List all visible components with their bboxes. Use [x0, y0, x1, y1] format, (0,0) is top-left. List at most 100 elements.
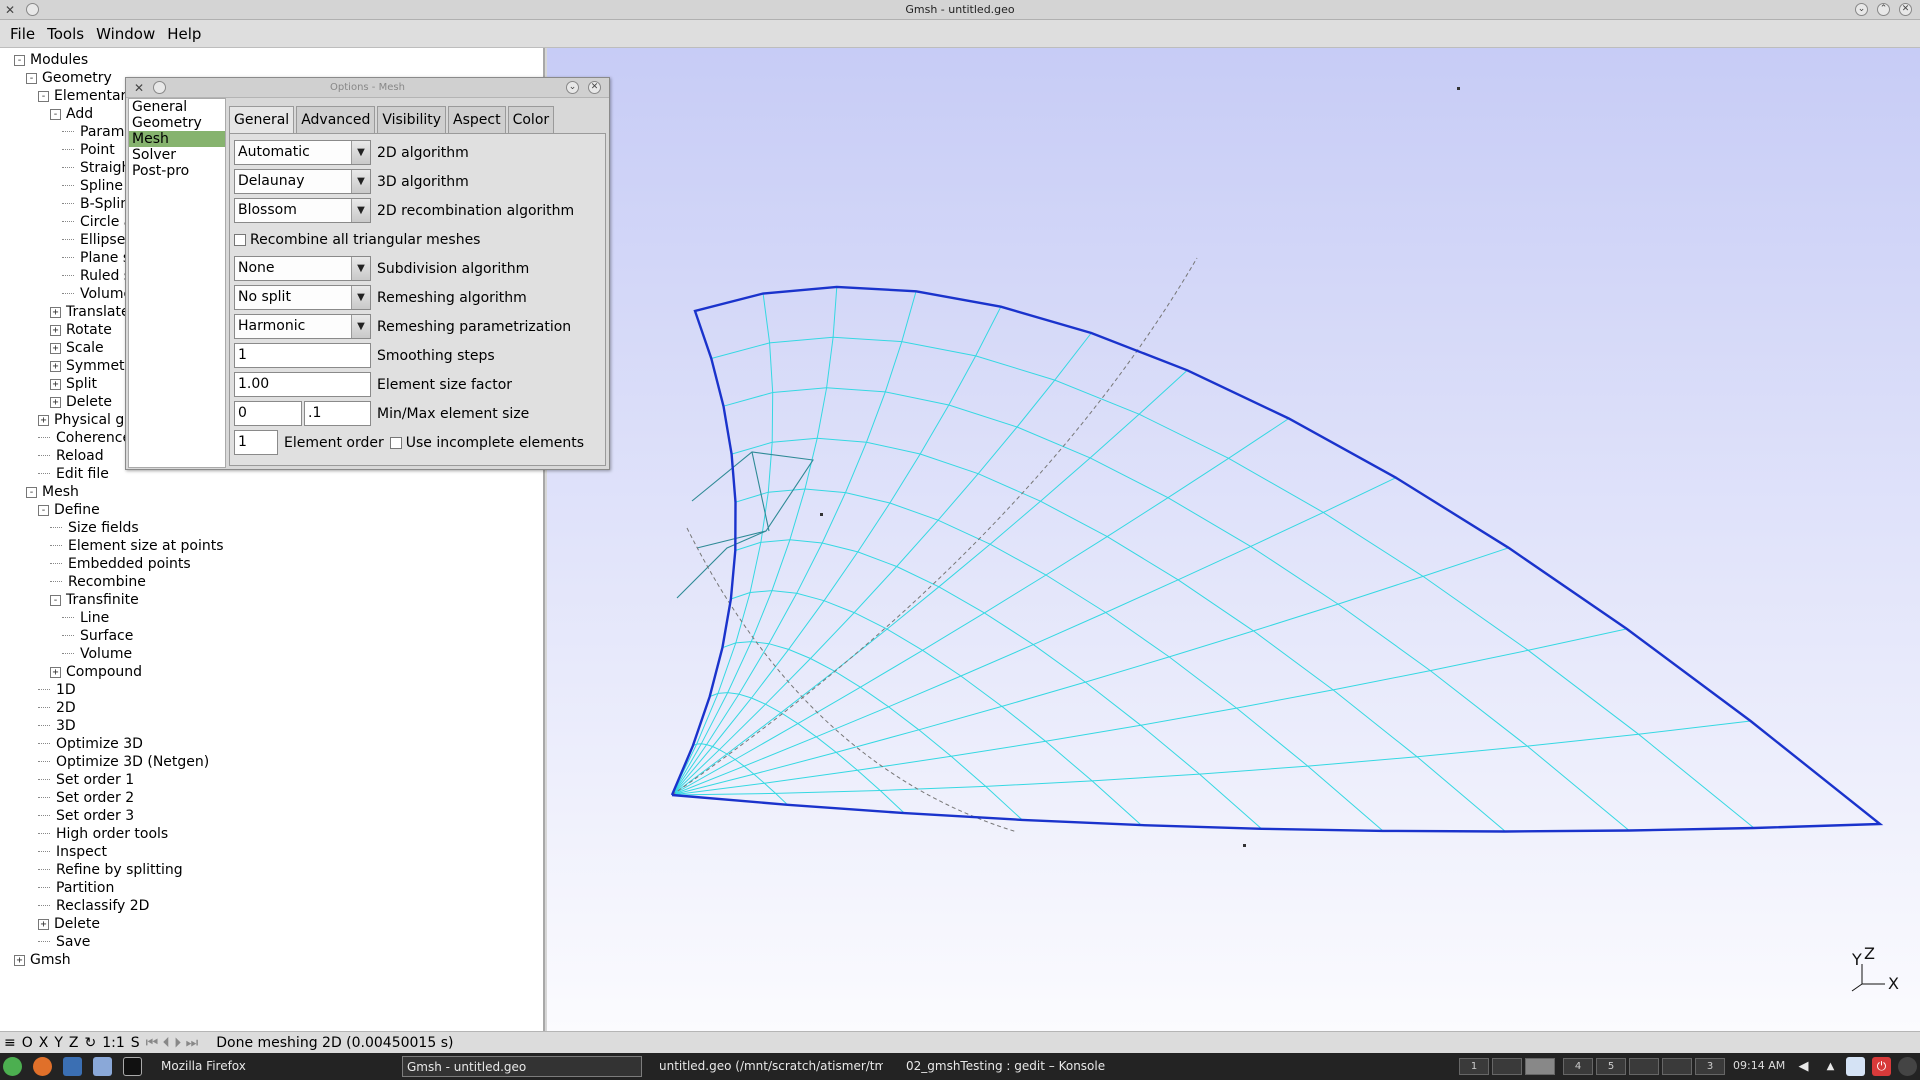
remeshing-algorithm-select[interactable]: No split ▼ — [234, 285, 371, 310]
collapse-icon[interactable]: - — [26, 73, 37, 84]
tab-advanced[interactable]: Advanced — [296, 106, 376, 133]
category-mesh[interactable]: Mesh — [129, 131, 225, 147]
desktop-2[interactable] — [1492, 1058, 1522, 1075]
tree-item[interactable]: Reclassify 2D — [38, 897, 149, 915]
minimize-icon[interactable]: ⌄ — [1855, 3, 1868, 16]
maximize-icon[interactable]: ⌃ — [1877, 3, 1890, 16]
tab-general[interactable]: General — [229, 106, 295, 134]
task-gmsh[interactable]: Gmsh - untitled.geo — [402, 1056, 642, 1077]
expand-icon[interactable]: + — [50, 397, 61, 408]
desktop-4[interactable]: 4 — [1563, 1058, 1593, 1075]
menu-window[interactable]: Window — [90, 25, 161, 43]
tree-item[interactable]: Embedded points — [50, 555, 191, 573]
tree-item[interactable]: Size fields — [50, 519, 139, 537]
tree-item[interactable]: Volume — [62, 645, 132, 663]
expand-icon[interactable]: + — [14, 955, 25, 966]
tree-item[interactable]: Set order 3 — [38, 807, 134, 825]
tree-item[interactable]: + Gmsh — [14, 951, 71, 969]
tree-item[interactable]: Volume — [62, 285, 132, 303]
terminal-launcher-icon[interactable] — [123, 1057, 142, 1076]
tree-item[interactable]: Surface — [62, 627, 133, 645]
desktop-8[interactable]: 3 — [1695, 1058, 1725, 1075]
category-geometry[interactable]: Geometry — [129, 115, 225, 131]
tab-aspect[interactable]: Aspect — [448, 106, 506, 133]
tree-item[interactable]: 2D — [38, 699, 76, 717]
tree-item[interactable]: Line — [62, 609, 109, 627]
tree-item[interactable]: + Scale — [50, 339, 104, 357]
tree-item[interactable]: Coherence — [38, 429, 131, 447]
tray-status-icon[interactable] — [1898, 1057, 1917, 1076]
tree-item[interactable]: Recombine — [50, 573, 146, 591]
animation-controls[interactable]: ⏮ ⏴ ⏵ ⏭ — [143, 1035, 202, 1051]
status-menu-button[interactable]: ≡ — [0, 1035, 19, 1051]
tree-item[interactable]: Point — [62, 141, 115, 159]
shutdown-icon[interactable]: ⏻ — [1872, 1057, 1891, 1076]
files-launcher-icon[interactable] — [93, 1057, 112, 1076]
tree-item[interactable]: - Define — [38, 501, 100, 519]
view-z-button[interactable]: Z — [66, 1035, 82, 1051]
tree-item[interactable]: - Modules — [14, 51, 88, 69]
expand-icon[interactable]: + — [38, 415, 49, 426]
tree-item[interactable]: - Geometry — [26, 69, 112, 87]
element-order-input[interactable]: 1 — [234, 430, 278, 455]
collapse-icon[interactable]: - — [38, 505, 49, 516]
volume-icon[interactable]: ◀ — [1794, 1057, 1813, 1076]
select-button[interactable]: S — [128, 1035, 143, 1051]
tray-arrow-icon[interactable]: ▲ — [1821, 1057, 1840, 1076]
tree-item[interactable]: Optimize 3D — [38, 735, 143, 753]
desktop-7[interactable] — [1662, 1058, 1692, 1075]
tree-item[interactable]: + Compound — [50, 663, 142, 681]
tree-item[interactable]: Inspect — [38, 843, 107, 861]
expand-icon[interactable]: + — [50, 325, 61, 336]
task-firefox[interactable]: Mozilla Firefox — [157, 1056, 392, 1077]
menu-help[interactable]: Help — [161, 25, 207, 43]
dialog-close-icon[interactable]: ✕ — [588, 81, 601, 94]
desktop-5[interactable]: 5 — [1596, 1058, 1626, 1075]
view-o-button[interactable]: O — [19, 1035, 36, 1051]
remeshing-parametrization-select[interactable]: Harmonic ▼ — [234, 314, 371, 339]
tab-color[interactable]: Color — [507, 106, 555, 133]
tab-visibility[interactable]: Visibility — [377, 106, 447, 133]
tree-item[interactable]: - Transfinite — [50, 591, 139, 609]
subdivision-algorithm-select[interactable]: None ▼ — [234, 256, 371, 281]
tree-item[interactable]: Spline — [62, 177, 123, 195]
tree-item[interactable]: + Delete — [38, 915, 100, 933]
task-konsole[interactable]: 02_gmshTesting : gedit – Konsole — [902, 1056, 1162, 1077]
menu-file[interactable]: File — [4, 25, 41, 43]
start-menu-icon[interactable] — [3, 1057, 22, 1076]
view-y-button[interactable]: Y — [51, 1035, 66, 1051]
tree-item[interactable]: Partition — [38, 879, 114, 897]
collapse-icon[interactable]: - — [50, 109, 61, 120]
tree-item[interactable]: Refine by splitting — [38, 861, 183, 879]
collapse-icon[interactable]: - — [14, 55, 25, 66]
category-general[interactable]: General — [129, 99, 225, 115]
expand-icon[interactable]: + — [38, 919, 49, 930]
desktop-1[interactable]: 1 — [1459, 1058, 1489, 1075]
element-size-factor-input[interactable]: 1.00 — [234, 372, 371, 397]
tree-item[interactable]: Edit file — [38, 465, 109, 483]
desktop-3[interactable] — [1525, 1058, 1555, 1075]
2d-algorithm-select[interactable]: Automatic ▼ — [234, 140, 371, 165]
tree-item[interactable]: Element size at points — [50, 537, 224, 555]
task-gedit[interactable]: untitled.geo (/mnt/scratch/atismer/tmp/ — [655, 1056, 883, 1077]
tree-item[interactable]: + Translate — [50, 303, 130, 321]
browser-launcher-icon[interactable] — [63, 1057, 82, 1076]
3d-algorithm-select[interactable]: Delaunay ▼ — [234, 169, 371, 194]
tree-item[interactable]: - Mesh — [26, 483, 79, 501]
tree-item[interactable]: Reload — [38, 447, 104, 465]
close-icon[interactable]: ✕ — [1899, 3, 1912, 16]
incomplete-elements-checkbox[interactable] — [389, 436, 402, 449]
collapse-icon[interactable]: - — [38, 91, 49, 102]
tray-app-icon[interactable] — [1846, 1057, 1865, 1076]
min-element-size-input[interactable]: 0 — [234, 401, 302, 426]
recombination-algorithm-select[interactable]: Blossom ▼ — [234, 198, 371, 223]
expand-icon[interactable]: + — [50, 667, 61, 678]
expand-icon[interactable]: + — [50, 307, 61, 318]
recombine-all-checkbox[interactable] — [234, 233, 246, 246]
tree-item[interactable]: + Split — [50, 375, 97, 393]
category-solver[interactable]: Solver — [129, 147, 225, 163]
desktop-6[interactable] — [1629, 1058, 1659, 1075]
tree-item[interactable]: Save — [38, 933, 90, 951]
graphics-viewport[interactable] — [547, 48, 1920, 1031]
tree-item[interactable]: 3D — [38, 717, 76, 735]
